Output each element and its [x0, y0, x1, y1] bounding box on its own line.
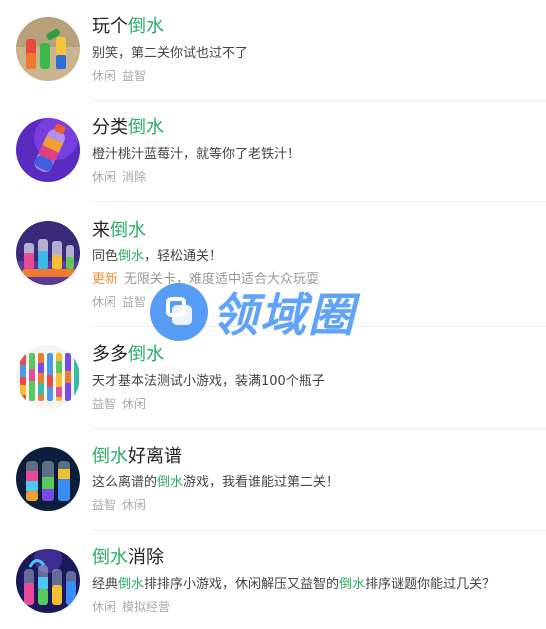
game-description: 橙汁桃汁蓝莓汁，就等你了老铁汁！: [92, 147, 301, 162]
game-tags: 休闲 模拟经营: [92, 599, 176, 615]
desc-text: 同色: [92, 249, 119, 264]
game-title[interactable]: 分类倒水: [92, 117, 164, 139]
desc-highlight: 倒水: [118, 249, 145, 264]
game-title[interactable]: 多多倒水: [92, 344, 164, 366]
game-avatar[interactable]: [16, 549, 80, 613]
title-text: 消除: [128, 547, 164, 568]
tag: 休闲: [92, 69, 117, 83]
list-item[interactable]: 倒水好离谱 这么离谱的倒水游戏，我看谁能过第二关！ 益智 休闲: [0, 429, 546, 531]
tag: 休闲: [122, 397, 147, 411]
title-text: 分类: [92, 117, 128, 138]
title-highlight: 倒水: [128, 117, 164, 138]
update-text: 无限关卡，难度适中适合大众玩耍: [124, 272, 320, 287]
tag: 益智: [92, 397, 117, 411]
game-avatar[interactable]: [16, 221, 80, 285]
game-avatar[interactable]: [16, 118, 80, 182]
game-description: 天才基本法测试小游戏，装满100个瓶子: [92, 374, 325, 389]
list-item[interactable]: 玩个倒水 别笑，第二关你试也过不了 休闲 益智: [0, 0, 546, 101]
game-avatar[interactable]: [16, 17, 80, 81]
list-item[interactable]: 多多倒水 天才基本法测试小游戏，装满100个瓶子 益智 休闲: [0, 327, 546, 429]
title-text: 多多: [92, 344, 128, 365]
game-title[interactable]: 来倒水: [92, 220, 146, 242]
tag: 休闲: [92, 295, 117, 309]
update-note: 更新 无限关卡，难度适中适合大众玩耍: [92, 271, 319, 289]
tag: 休闲: [122, 498, 147, 512]
game-description: 经典倒水排排序小游戏，休闲解压又益智的倒水排序谜题你能过几关？: [92, 576, 495, 594]
desc-text: 排排序小游戏，休闲解压又益智的: [144, 577, 340, 592]
update-badge: 更新: [92, 272, 119, 287]
game-tags: 益智 休闲: [92, 396, 152, 412]
title-text: 好离谱: [128, 446, 182, 467]
game-title[interactable]: 倒水好离谱: [92, 446, 182, 468]
title-highlight: 倒水: [128, 344, 164, 365]
game-description: 同色倒水，轻松通关！: [92, 248, 222, 266]
game-title[interactable]: 倒水消除: [92, 547, 164, 569]
tag: 休闲: [92, 170, 117, 184]
game-tags: 休闲 消除: [92, 169, 152, 185]
tag: 益智: [92, 498, 117, 512]
tag: 消除: [122, 170, 147, 184]
list-item[interactable]: 来倒水 同色倒水，轻松通关！ 更新 无限关卡，难度适中适合大众玩耍 休闲 益智: [0, 202, 546, 327]
game-avatar[interactable]: [16, 345, 80, 409]
title-highlight: 倒水: [92, 547, 128, 568]
title-highlight: 倒水: [128, 16, 164, 37]
desc-text: ，轻松通关！: [144, 249, 223, 264]
desc-highlight: 倒水: [157, 475, 184, 490]
tag: 益智: [122, 295, 147, 309]
game-tags: 休闲 益智: [92, 294, 152, 310]
game-tags: 休闲 益智: [92, 68, 152, 84]
desc-highlight: 倒水: [339, 577, 366, 592]
game-tags: 益智 休闲: [92, 497, 152, 513]
tag: 模拟经营: [122, 600, 171, 614]
title-highlight: 倒水: [92, 446, 128, 467]
game-avatar[interactable]: [16, 447, 80, 511]
game-description: 这么离谱的倒水游戏，我看谁能过第二关！: [92, 474, 339, 492]
desc-highlight: 倒水: [118, 577, 145, 592]
title-highlight: 倒水: [110, 220, 146, 241]
tag: 休闲: [92, 600, 117, 614]
game-title[interactable]: 玩个倒水: [92, 16, 164, 38]
desc-text: 经典: [92, 577, 119, 592]
desc-text: 这么离谱的: [92, 475, 158, 490]
desc-text: 游戏，我看谁能过第二关！: [183, 475, 340, 490]
title-text: 来: [92, 220, 110, 241]
title-text: 玩个: [92, 16, 128, 37]
desc-text: 排序谜题你能过几关？: [365, 577, 496, 592]
list-item[interactable]: 分类倒水 橙汁桃汁蓝莓汁，就等你了老铁汁！ 休闲 消除: [0, 101, 546, 202]
game-description: 别笑，第二关你试也过不了: [92, 46, 249, 61]
tag: 益智: [122, 69, 147, 83]
list-item[interactable]: 倒水消除 经典倒水排排序小游戏，休闲解压又益智的倒水排序谜题你能过几关？ 休闲模…: [0, 531, 546, 629]
